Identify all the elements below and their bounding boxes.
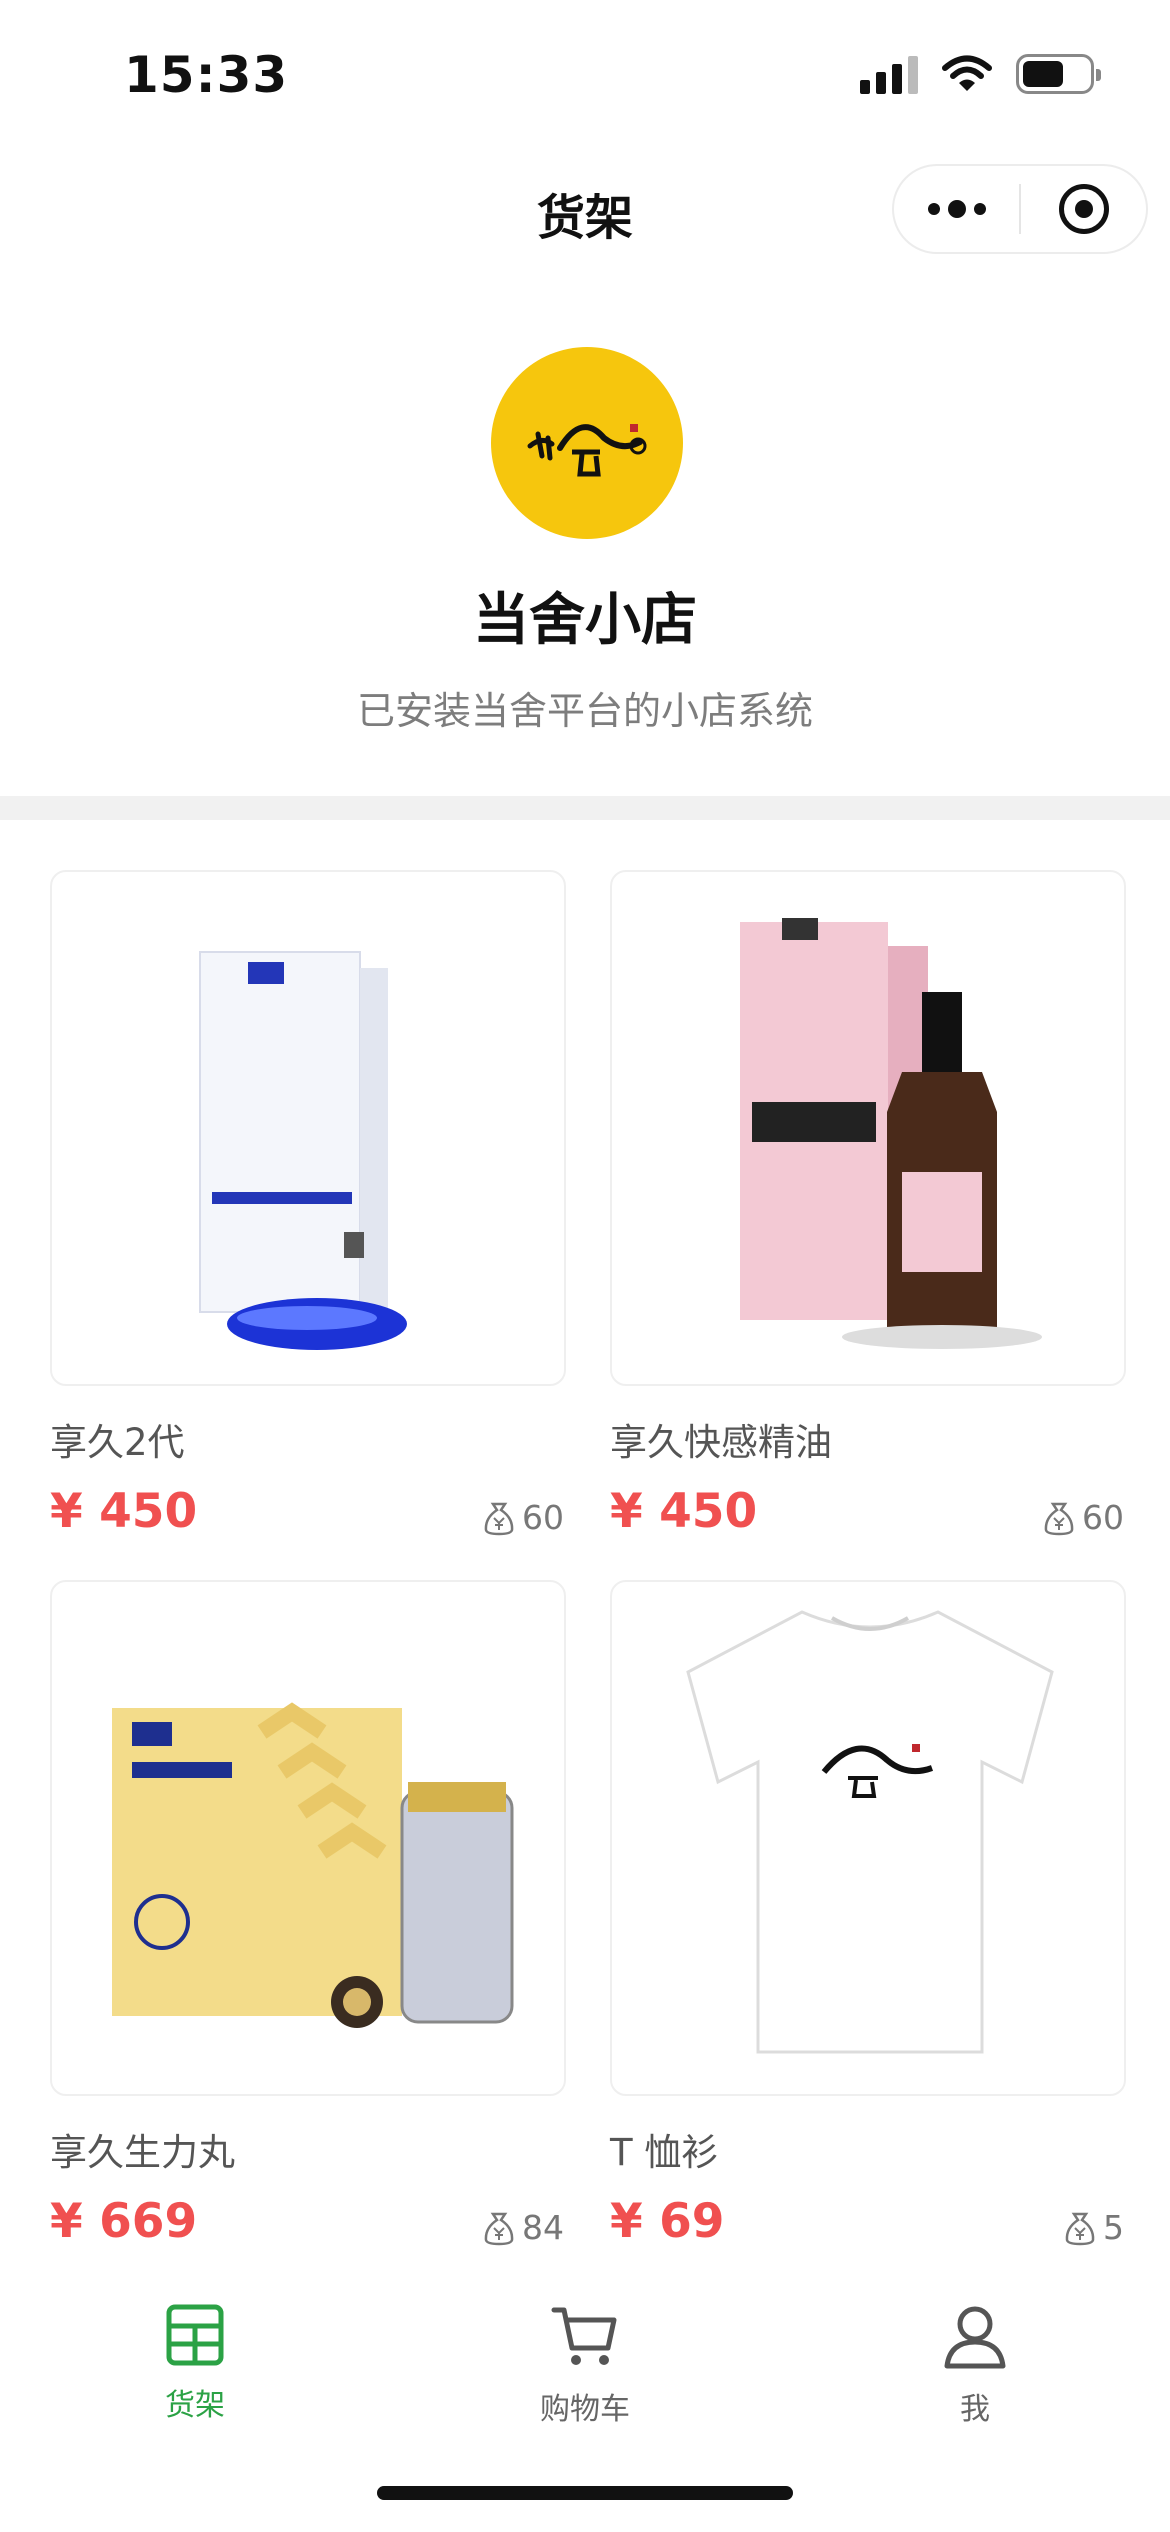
tab-label: 我 bbox=[960, 2392, 990, 2427]
product-image[interactable] bbox=[610, 1580, 1126, 2096]
wifi-icon bbox=[942, 55, 992, 91]
product-card[interactable]: 享久生力丸 ¥ 669 84 bbox=[50, 1580, 570, 2264]
sales-count: 60 bbox=[482, 1498, 564, 1537]
product-price: ¥ 450 bbox=[50, 1484, 198, 1539]
tab-me[interactable]: 我 bbox=[780, 2270, 1170, 2460]
money-bag-icon bbox=[484, 1502, 514, 1535]
product-title: 享久生力丸 bbox=[50, 2131, 235, 2174]
product-image[interactable] bbox=[50, 870, 566, 1386]
product-image[interactable] bbox=[50, 1580, 566, 2096]
sales-count: 84 bbox=[482, 2208, 564, 2247]
product-title: T 恤衫 bbox=[610, 2131, 719, 2174]
product-price: ¥ 69 bbox=[610, 2194, 725, 2249]
shop-name: 当舍小店 bbox=[473, 588, 697, 653]
person-icon bbox=[944, 2306, 1006, 2369]
page: 15:33 货架 当舍小店 已安装当舍平台的小店系统 享久2代 ¥ 450 60… bbox=[0, 0, 1170, 2532]
status-bar: 15:33 bbox=[0, 0, 1170, 150]
nav-bar: 货架 bbox=[0, 150, 1170, 270]
battery-icon bbox=[1016, 54, 1101, 94]
product-card[interactable]: 享久2代 ¥ 450 60 bbox=[50, 870, 570, 1554]
money-bag-icon bbox=[484, 2212, 514, 2245]
sales-count: 5 bbox=[1063, 2208, 1124, 2247]
home-indicator[interactable] bbox=[377, 2486, 793, 2500]
close-button[interactable] bbox=[1021, 166, 1146, 252]
money-bag-icon bbox=[1044, 1502, 1074, 1535]
mini-program-capsule bbox=[892, 164, 1148, 254]
product-price: ¥ 669 bbox=[50, 2194, 198, 2249]
product-title: 享久快感精油 bbox=[610, 1421, 832, 1464]
cart-icon bbox=[551, 2307, 617, 2365]
more-button[interactable] bbox=[894, 166, 1019, 252]
product-card[interactable]: 享久快感精油 ¥ 450 60 bbox=[610, 870, 1130, 1554]
more-dots-icon bbox=[927, 200, 986, 218]
cellular-signal-icon bbox=[860, 54, 918, 94]
product-card[interactable]: T 恤衫 ¥ 69 5 bbox=[610, 1580, 1130, 2264]
money-bag-icon bbox=[1065, 2212, 1095, 2245]
brand-calligraphy-icon bbox=[527, 424, 647, 477]
status-time: 15:33 bbox=[124, 46, 289, 104]
product-image[interactable] bbox=[610, 870, 1126, 1386]
shop-logo[interactable] bbox=[491, 347, 683, 539]
target-icon bbox=[1058, 184, 1109, 234]
tab-cart[interactable]: 购物车 bbox=[390, 2270, 780, 2460]
product-title: 享久2代 bbox=[50, 1421, 185, 1464]
tab-shelf[interactable]: 货架 bbox=[0, 2270, 390, 2460]
product-price: ¥ 450 bbox=[610, 1484, 758, 1539]
shelf-icon bbox=[166, 2304, 224, 2366]
tab-label: 货架 bbox=[165, 2388, 225, 2423]
shop-description: 已安装当舍平台的小店系统 bbox=[356, 689, 813, 733]
tab-label: 购物车 bbox=[540, 2392, 630, 2427]
tab-bar: 货架 购物车 我 bbox=[0, 2270, 1170, 2460]
shop-header: 当舍小店 已安装当舍平台的小店系统 bbox=[0, 290, 1170, 790]
sales-count: 60 bbox=[1042, 1498, 1124, 1537]
section-divider bbox=[0, 796, 1170, 820]
